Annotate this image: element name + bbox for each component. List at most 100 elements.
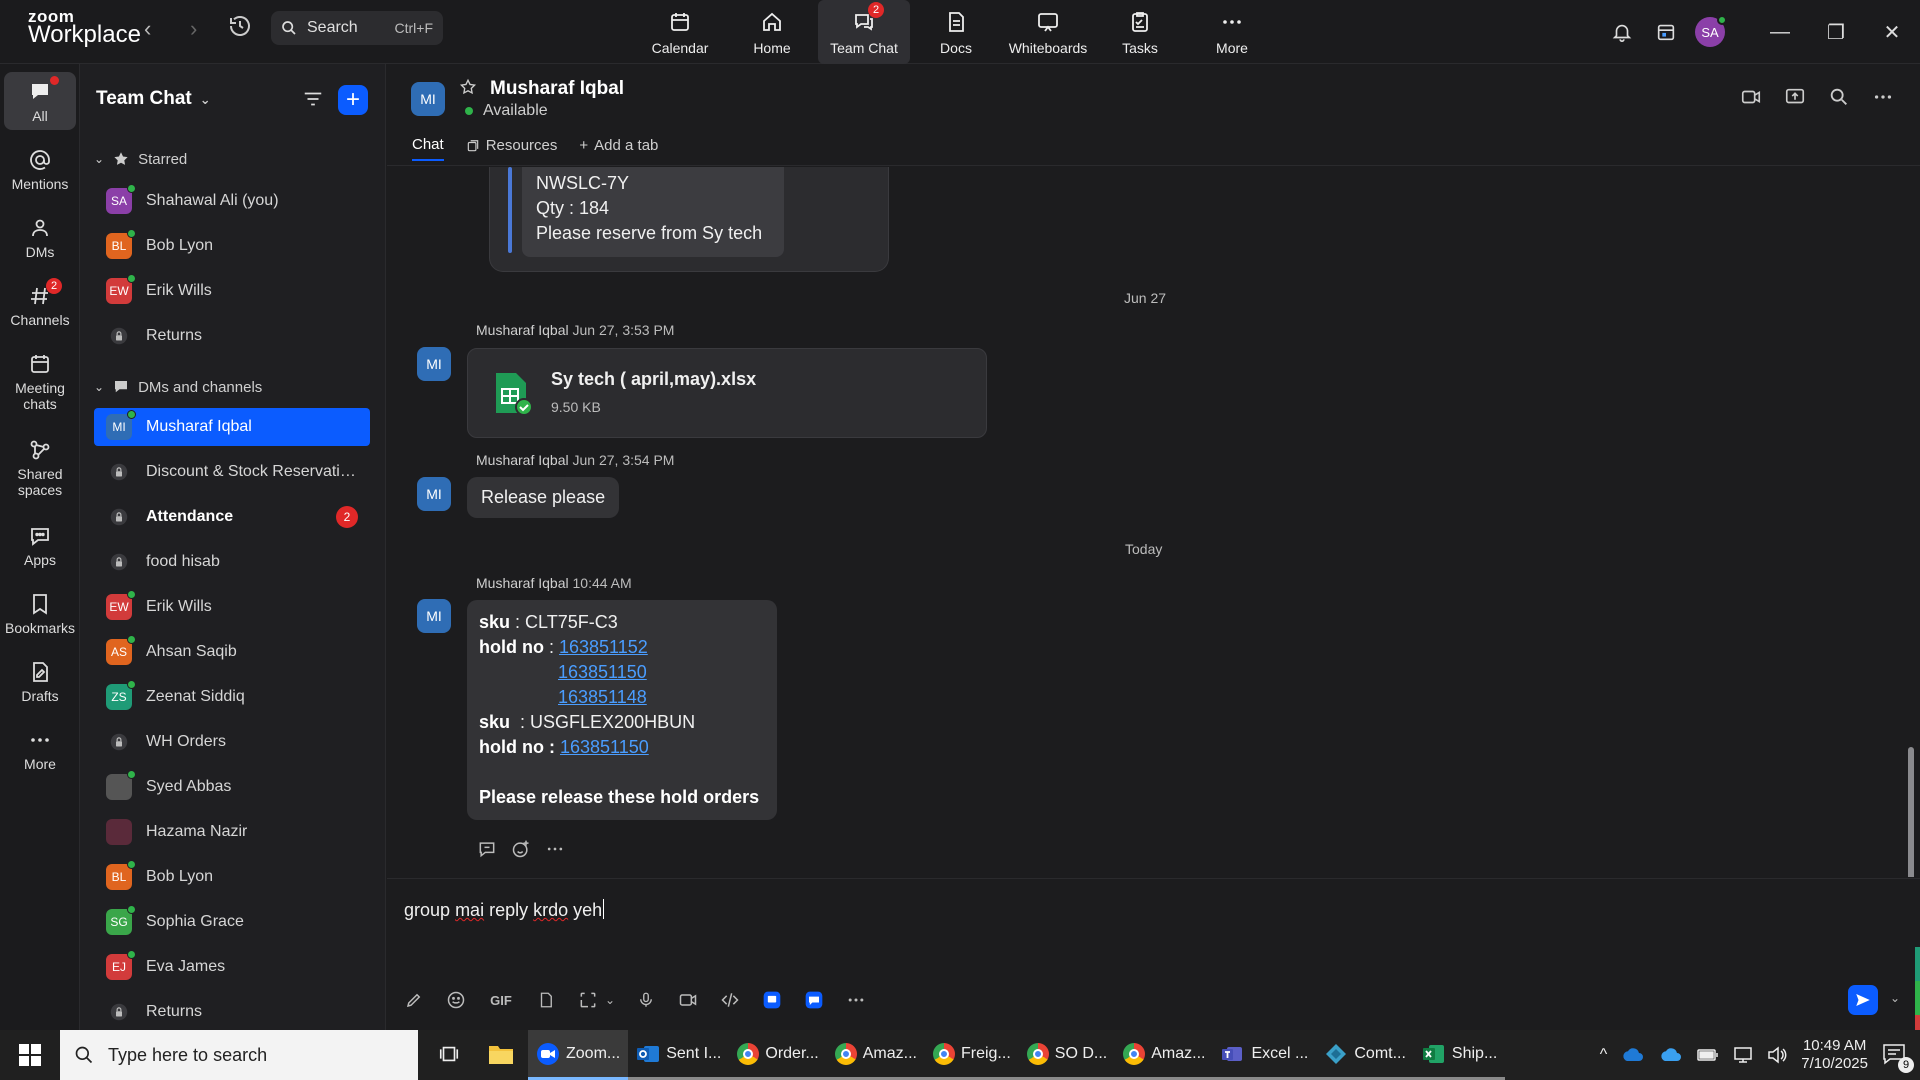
rail-bookmarks[interactable]: Bookmarks: [4, 592, 76, 636]
hold-number-link[interactable]: 163851150: [560, 737, 649, 757]
sidebar-title[interactable]: Team Chat ⌄: [96, 88, 211, 110]
emoji-icon[interactable]: [445, 989, 467, 1011]
filter-icon[interactable]: [302, 88, 324, 115]
microphone-icon[interactable]: [635, 989, 657, 1011]
taskbar-excel-ship[interactable]: Ship...: [1413, 1030, 1506, 1080]
calendar-status-icon[interactable]: [1644, 21, 1688, 43]
nav-team-chat[interactable]: 2 Team Chat: [818, 0, 910, 64]
nav-calendar[interactable]: Calendar: [634, 0, 726, 64]
message-composer[interactable]: group mai reply krdo yeh GIF ⌄ ⌄: [387, 878, 1920, 1031]
contact-name[interactable]: Musharaf Iqbal: [490, 78, 624, 100]
sidebar-item-dms[interactable]: WH Orders: [94, 723, 370, 761]
message-bubble[interactable]: sku : CLT75F-C3 hold no : 163851152 1638…: [467, 600, 777, 820]
taskbar-chrome-order[interactable]: Order...: [729, 1030, 827, 1080]
attach-file-icon[interactable]: [535, 989, 557, 1011]
restore-button[interactable]: ❐: [1808, 0, 1864, 64]
taskbar-chrome-amazon-1[interactable]: Amaz...: [826, 1030, 925, 1080]
message-avatar[interactable]: MI: [417, 599, 451, 633]
video-call-icon[interactable]: [1740, 86, 1762, 108]
chevron-down-icon[interactable]: ⌄: [605, 989, 615, 1011]
close-button[interactable]: ✕: [1864, 0, 1920, 64]
sidebar-item-starred[interactable]: SA Shahawal Ali (you): [94, 182, 370, 220]
sidebar-item-starred[interactable]: Returns: [94, 317, 370, 355]
windows-start-button[interactable]: [0, 1030, 60, 1080]
sidebar-item-dms[interactable]: MI Musharaf Iqbal: [94, 408, 370, 446]
message-input[interactable]: group mai reply krdo yeh: [404, 899, 605, 921]
search-icon[interactable]: [1828, 86, 1850, 108]
add-reaction-icon[interactable]: [511, 839, 531, 859]
video-message-icon[interactable]: [677, 989, 699, 1011]
rail-meeting-chats[interactable]: Meeting chats: [4, 352, 76, 412]
hold-number-link[interactable]: 163851148: [558, 687, 647, 707]
app-integration-icon[interactable]: [761, 989, 783, 1011]
notification-center-icon[interactable]: 9: [1882, 1043, 1914, 1073]
zoom-app-icon[interactable]: [803, 989, 825, 1011]
onedrive-personal-icon[interactable]: [1659, 1047, 1683, 1063]
sidebar-item-dms[interactable]: Hazama Nazir: [94, 813, 370, 851]
nav-more[interactable]: More: [1186, 0, 1278, 64]
taskbar-search-input[interactable]: Type here to search: [60, 1030, 418, 1080]
format-text-icon[interactable]: [403, 989, 425, 1011]
tab-add[interactable]: + Add a tab: [579, 136, 658, 161]
onedrive-icon[interactable]: [1621, 1047, 1645, 1063]
sidebar-item-starred[interactable]: EW Erik Wills: [94, 272, 370, 310]
rail-drafts[interactable]: Drafts: [4, 660, 76, 704]
rail-shared-spaces[interactable]: Shared spaces: [4, 438, 76, 498]
system-clock[interactable]: 10:49 AM 7/10/2025: [1801, 1037, 1868, 1073]
taskbar-zoom[interactable]: Zoom...: [528, 1030, 629, 1080]
more-tools-icon[interactable]: [845, 989, 867, 1011]
new-chat-button[interactable]: +: [338, 85, 368, 115]
battery-icon[interactable]: [1697, 1048, 1719, 1062]
quoted-message[interactable]: NWSLC-7Y Qty : 184 Please reserve from S…: [489, 167, 889, 272]
sidebar-item-dms[interactable]: BL Bob Lyon: [94, 858, 370, 896]
tab-resources[interactable]: Resources: [466, 136, 557, 161]
volume-icon[interactable]: [1767, 1046, 1787, 1064]
star-icon[interactable]: [459, 78, 477, 101]
code-snippet-icon[interactable]: [719, 989, 741, 1011]
user-avatar[interactable]: SA: [1688, 15, 1732, 47]
taskbar-chrome-amazon-2[interactable]: Amaz...: [1115, 1030, 1214, 1080]
network-icon[interactable]: [1733, 1046, 1753, 1064]
screenshot-icon[interactable]: [577, 989, 599, 1011]
forward-arrow-icon[interactable]: ›: [190, 16, 197, 42]
rail-all[interactable]: All: [4, 72, 76, 131]
search-input[interactable]: Search Ctrl+F: [271, 11, 443, 45]
sidebar-item-dms[interactable]: Syed Abbas: [94, 768, 370, 806]
section-dms-channels[interactable]: ⌄ DMs and channels: [94, 378, 262, 396]
sidebar-item-dms[interactable]: Returns: [94, 993, 370, 1030]
contact-avatar[interactable]: MI: [411, 82, 445, 116]
sidebar-item-dms[interactable]: SG Sophia Grace: [94, 903, 370, 941]
taskbar-chrome-so[interactable]: SO D...: [1018, 1030, 1116, 1080]
reply-icon[interactable]: [477, 839, 497, 859]
rail-apps[interactable]: Apps: [4, 524, 76, 568]
nav-whiteboards[interactable]: Whiteboards: [1002, 0, 1094, 64]
nav-docs[interactable]: Docs: [910, 0, 1002, 64]
sidebar-item-dms[interactable]: ZS Zeenat Siddiq: [94, 678, 370, 716]
sidebar-item-dms[interactable]: EW Erik Wills: [94, 588, 370, 626]
taskbar-outlook[interactable]: Sent I...: [628, 1030, 730, 1080]
message-avatar[interactable]: MI: [417, 477, 451, 511]
notifications-bell-icon[interactable]: [1600, 21, 1644, 43]
hold-number-link[interactable]: 163851152: [559, 637, 648, 657]
rail-channels[interactable]: 2 Channels: [4, 278, 76, 328]
taskbar-chrome-freight[interactable]: Freig...: [924, 1030, 1019, 1080]
task-view-button[interactable]: [424, 1030, 474, 1080]
taskbar-teams-excel[interactable]: Excel ...: [1213, 1030, 1317, 1080]
share-screen-icon[interactable]: [1784, 86, 1806, 108]
sidebar-item-dms[interactable]: EJ Eva James: [94, 948, 370, 986]
nav-home[interactable]: Home: [726, 0, 818, 64]
sidebar-item-dms[interactable]: Attendance 2: [94, 498, 370, 536]
message-list[interactable]: NWSLC-7Y Qty : 184 Please reserve from S…: [387, 167, 1920, 877]
more-actions-icon[interactable]: [545, 839, 565, 859]
rail-mentions[interactable]: Mentions: [4, 148, 76, 192]
gif-icon[interactable]: GIF: [487, 989, 515, 1011]
scrollbar-thumb[interactable]: [1908, 747, 1914, 877]
chevron-up-icon[interactable]: ^: [1600, 1046, 1608, 1064]
minimize-button[interactable]: —: [1752, 0, 1808, 64]
message-avatar[interactable]: MI: [417, 347, 451, 381]
nav-tasks[interactable]: Tasks: [1094, 0, 1186, 64]
section-starred[interactable]: ⌄ Starred: [94, 150, 187, 168]
rail-dms[interactable]: DMs: [4, 216, 76, 260]
tab-chat[interactable]: Chat: [412, 136, 444, 161]
message-bubble[interactable]: Release please: [467, 477, 620, 518]
